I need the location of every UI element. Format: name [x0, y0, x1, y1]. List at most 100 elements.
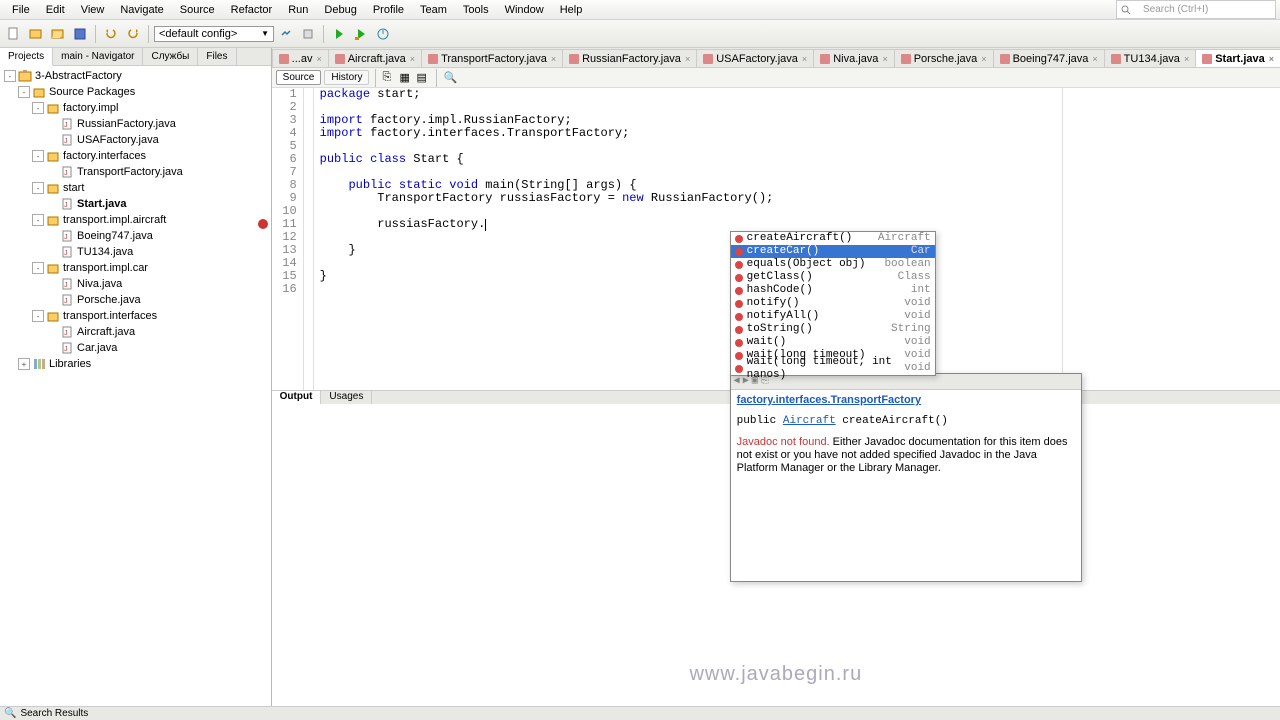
autocomplete-item[interactable]: wait(long timeout, int nanos)void: [731, 362, 935, 375]
menu-profile[interactable]: Profile: [365, 2, 412, 18]
twisty-icon[interactable]: -: [4, 70, 16, 82]
tree-node[interactable]: JNiva.java: [2, 276, 269, 292]
file-tab[interactable]: RussianFactory.java×: [562, 49, 697, 67]
tree-node[interactable]: -factory.impl: [2, 100, 269, 116]
fold-gutter[interactable]: [304, 88, 314, 390]
menu-source[interactable]: Source: [172, 2, 223, 18]
tree-node[interactable]: JAircraft.java: [2, 324, 269, 340]
config-combo[interactable]: <default config>▼: [154, 26, 274, 42]
file-tab[interactable]: USAFactory.java×: [696, 49, 814, 67]
tree-node[interactable]: JStart.java: [2, 196, 269, 212]
history-view-button[interactable]: History: [324, 70, 369, 85]
file-tab[interactable]: TU134.java×: [1104, 49, 1197, 67]
undo-button[interactable]: [101, 24, 121, 44]
clean-build-button[interactable]: [298, 24, 318, 44]
new-project-button[interactable]: [26, 24, 46, 44]
tree-node[interactable]: JRussianFactory.java: [2, 116, 269, 132]
file-tab[interactable]: Start.java×: [1195, 49, 1280, 67]
javadoc-back-icon[interactable]: ◀: [734, 375, 740, 388]
editor-tool-icon[interactable]: ⎘: [382, 71, 396, 85]
twisty-icon[interactable]: -: [32, 310, 44, 322]
close-icon[interactable]: ×: [882, 54, 887, 64]
file-tab[interactable]: Boeing747.java×: [993, 49, 1105, 67]
side-tab-services[interactable]: Службы: [143, 48, 198, 65]
code-editor[interactable]: 12345678910111213141516 package start; i…: [272, 88, 1280, 390]
twisty-icon[interactable]: -: [32, 214, 44, 226]
twisty-icon[interactable]: [46, 326, 58, 338]
close-icon[interactable]: ×: [1269, 54, 1274, 64]
autocomplete-item[interactable]: notify()void: [731, 297, 935, 310]
twisty-icon[interactable]: +: [18, 358, 30, 370]
autocomplete-item[interactable]: hashCode()int: [731, 284, 935, 297]
find-icon[interactable]: 🔍: [443, 71, 457, 85]
menu-window[interactable]: Window: [497, 2, 552, 18]
autocomplete-item[interactable]: getClass()Class: [731, 271, 935, 284]
tree-node[interactable]: +Libraries: [2, 356, 269, 372]
project-tree[interactable]: -3-AbstractFactory-Source Packages-facto…: [0, 66, 271, 706]
twisty-icon[interactable]: [46, 198, 58, 210]
tree-node[interactable]: JTransportFactory.java: [2, 164, 269, 180]
twisty-icon[interactable]: -: [32, 102, 44, 114]
editor-tool-icon[interactable]: ▦: [399, 71, 413, 85]
autocomplete-item[interactable]: wait()void: [731, 336, 935, 349]
new-file-button[interactable]: [4, 24, 24, 44]
menu-tools[interactable]: Tools: [455, 2, 497, 18]
side-tab-files[interactable]: Files: [198, 48, 236, 65]
file-tab[interactable]: Aircraft.java×: [328, 49, 422, 67]
twisty-icon[interactable]: [46, 118, 58, 130]
tree-node[interactable]: JBoeing747.java: [2, 228, 269, 244]
twisty-icon[interactable]: [46, 134, 58, 146]
menu-debug[interactable]: Debug: [316, 2, 364, 18]
menu-help[interactable]: Help: [552, 2, 591, 18]
twisty-icon[interactable]: -: [18, 86, 30, 98]
tree-node[interactable]: -transport.impl.aircraft: [2, 212, 269, 228]
side-tab-projects[interactable]: Projects: [0, 48, 53, 66]
twisty-icon[interactable]: [46, 294, 58, 306]
twisty-icon[interactable]: -: [32, 150, 44, 162]
autocomplete-item[interactable]: notifyAll()void: [731, 310, 935, 323]
tree-node[interactable]: -start: [2, 180, 269, 196]
redo-button[interactable]: [123, 24, 143, 44]
twisty-icon[interactable]: [46, 230, 58, 242]
tree-node[interactable]: -Source Packages: [2, 84, 269, 100]
menu-run[interactable]: Run: [280, 2, 316, 18]
close-icon[interactable]: ×: [1092, 54, 1097, 64]
build-button[interactable]: [276, 24, 296, 44]
autocomplete-item[interactable]: createAircraft()Aircraft: [731, 232, 935, 245]
autocomplete-popup[interactable]: createAircraft()AircraftcreateCar()Careq…: [730, 231, 936, 376]
menu-team[interactable]: Team: [412, 2, 455, 18]
side-tab-navigator[interactable]: main - Navigator: [53, 48, 143, 65]
tab-output[interactable]: Output: [272, 391, 322, 404]
tree-node[interactable]: JPorsche.java: [2, 292, 269, 308]
twisty-icon[interactable]: -: [32, 262, 44, 274]
file-tab[interactable]: Niva.java×: [813, 49, 895, 67]
close-icon[interactable]: ×: [685, 54, 690, 64]
menu-file[interactable]: File: [4, 2, 38, 18]
global-search[interactable]: Search (Ctrl+I): [1116, 0, 1276, 19]
javadoc-class-link[interactable]: factory.interfaces.TransportFactory: [737, 394, 921, 406]
tree-node[interactable]: JTU134.java: [2, 244, 269, 260]
source-view-button[interactable]: Source: [276, 70, 322, 85]
open-button[interactable]: [48, 24, 68, 44]
file-tab[interactable]: ...av×: [272, 49, 329, 67]
tree-node[interactable]: -transport.impl.car: [2, 260, 269, 276]
twisty-icon[interactable]: [46, 166, 58, 178]
file-tab[interactable]: TransportFactory.java×: [421, 49, 563, 67]
file-tab[interactable]: Porsche.java×: [894, 49, 994, 67]
menu-refactor[interactable]: Refactor: [223, 2, 281, 18]
close-icon[interactable]: ×: [410, 54, 415, 64]
close-icon[interactable]: ×: [316, 54, 321, 64]
profile-button[interactable]: [373, 24, 393, 44]
twisty-icon[interactable]: [46, 246, 58, 258]
autocomplete-item[interactable]: toString()String: [731, 323, 935, 336]
run-button[interactable]: [329, 24, 349, 44]
tree-node[interactable]: JCar.java: [2, 340, 269, 356]
twisty-icon[interactable]: [46, 342, 58, 354]
autocomplete-item[interactable]: createCar()Car: [731, 245, 935, 258]
close-icon[interactable]: ×: [551, 54, 556, 64]
autocomplete-item[interactable]: equals(Object obj)boolean: [731, 258, 935, 271]
tab-usages[interactable]: Usages: [321, 391, 372, 404]
tree-node[interactable]: -3-AbstractFactory: [2, 68, 269, 84]
twisty-icon[interactable]: -: [32, 182, 44, 194]
twisty-icon[interactable]: [46, 278, 58, 290]
